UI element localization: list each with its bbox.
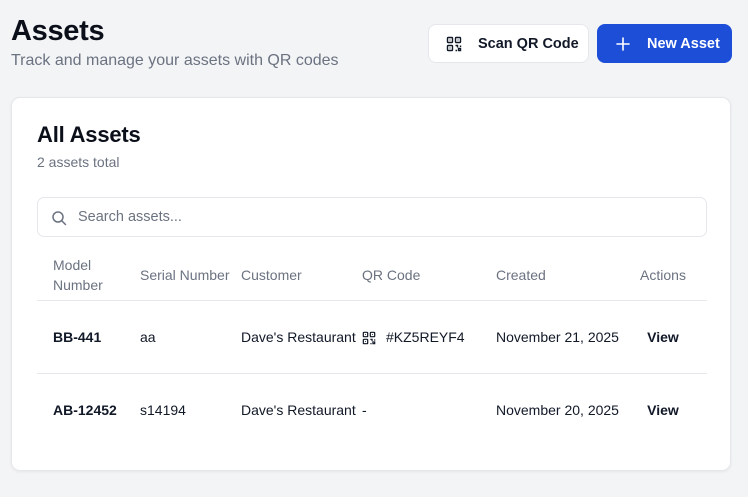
view-button[interactable]: View bbox=[647, 402, 679, 418]
model-number: AB-12452 bbox=[53, 401, 117, 418]
qr-code-icon bbox=[446, 36, 462, 52]
qr-code-cell: - bbox=[362, 401, 367, 418]
page-header: Assets Track and manage your assets with… bbox=[11, 14, 732, 74]
search-icon bbox=[51, 210, 67, 226]
plus-icon bbox=[615, 36, 631, 52]
view-button[interactable]: View bbox=[647, 329, 679, 345]
model-number: BB-441 bbox=[37, 300, 140, 374]
new-asset-button[interactable]: New Asset bbox=[597, 24, 732, 63]
customer-name: Dave's Restaurant bbox=[241, 401, 356, 418]
serial-number: aa bbox=[140, 300, 241, 374]
table-row[interactable]: BB-441 aa Dave's Restaurant #KZ5REYF4 No… bbox=[37, 300, 707, 374]
assets-count: 2 assets total bbox=[37, 154, 120, 170]
scan-qr-code-label: Scan QR Code bbox=[478, 35, 579, 52]
actions-cell: View bbox=[619, 300, 707, 374]
assets-card: All Assets 2 assets total Model Number S… bbox=[11, 97, 731, 471]
column-header-model[interactable]: Model Number bbox=[37, 250, 140, 301]
qr-code-cell: #KZ5REYF4 bbox=[362, 300, 496, 374]
customer-name: Dave's Restaurant bbox=[241, 300, 362, 374]
scan-qr-code-button[interactable]: Scan QR Code bbox=[428, 24, 589, 63]
header-actions: Scan QR Code New Asset bbox=[428, 24, 732, 63]
qr-code-value: #KZ5REYF4 bbox=[386, 328, 465, 345]
column-header-qr[interactable]: QR Code bbox=[362, 250, 496, 301]
created-date: November 20, 2025 bbox=[496, 401, 619, 418]
assets-table: Model Number Serial Number Customer QR C… bbox=[37, 250, 707, 446]
table-row[interactable]: AB-12452 s14194 Dave's Restaurant - Nove… bbox=[37, 373, 707, 446]
qr-code-icon bbox=[362, 330, 376, 344]
search-input[interactable] bbox=[38, 198, 706, 236]
new-asset-label: New Asset bbox=[647, 35, 720, 52]
actions-cell: View bbox=[619, 373, 707, 446]
column-header-created[interactable]: Created bbox=[496, 250, 619, 301]
serial-number: s14194 bbox=[140, 401, 186, 418]
table-header-row: Model Number Serial Number Customer QR C… bbox=[37, 250, 707, 301]
column-header-customer[interactable]: Customer bbox=[241, 250, 362, 301]
card-title: All Assets bbox=[37, 122, 141, 147]
column-header-serial[interactable]: Serial Number bbox=[140, 250, 241, 301]
created-date: November 21, 2025 bbox=[496, 300, 619, 374]
column-header-actions: Actions bbox=[619, 250, 707, 301]
search-box bbox=[37, 197, 707, 237]
